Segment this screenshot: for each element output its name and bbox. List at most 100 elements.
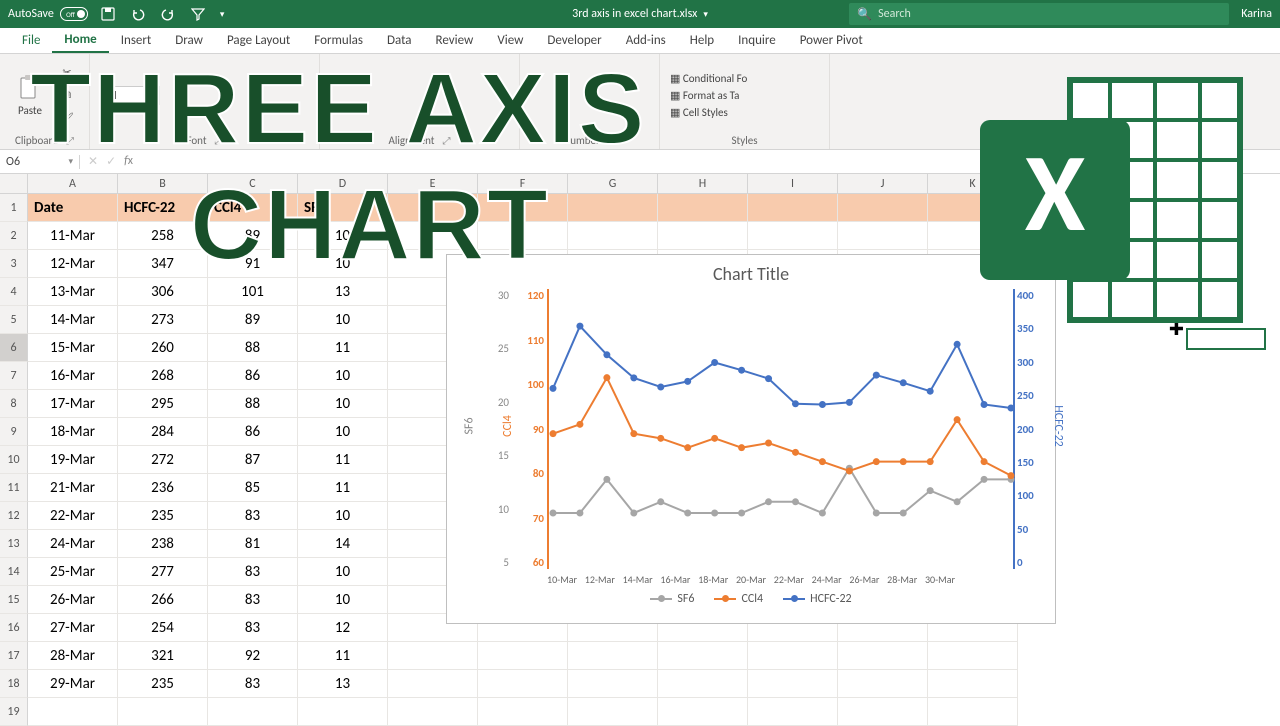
cell[interactable]: [568, 222, 658, 250]
cell[interactable]: 26-Mar: [28, 586, 118, 614]
undo-icon[interactable]: [130, 6, 146, 22]
row-header[interactable]: 5: [0, 306, 28, 334]
column-header[interactable]: B: [118, 174, 208, 194]
column-header[interactable]: H: [658, 174, 748, 194]
cell[interactable]: [568, 194, 658, 222]
chevron-down-icon[interactable]: ▾: [220, 9, 225, 20]
cell[interactable]: [388, 222, 478, 250]
row-header[interactable]: 6: [0, 334, 28, 362]
cell[interactable]: HCFC-22: [118, 194, 208, 222]
cell[interactable]: [298, 698, 388, 726]
row-header[interactable]: 15: [0, 586, 28, 614]
enter-icon[interactable]: ✓: [106, 154, 116, 169]
cell[interactable]: 88: [208, 334, 298, 362]
cell[interactable]: 86: [208, 362, 298, 390]
column-header[interactable]: F: [478, 174, 568, 194]
font-family-select[interactable]: [100, 86, 160, 105]
cell[interactable]: 254: [118, 614, 208, 642]
row-header[interactable]: 11: [0, 474, 28, 502]
cell[interactable]: [478, 222, 568, 250]
row-header[interactable]: 12: [0, 502, 28, 530]
cell[interactable]: 10: [298, 502, 388, 530]
row-header[interactable]: 2: [0, 222, 28, 250]
cell[interactable]: 83: [208, 586, 298, 614]
cut-icon[interactable]: ✂: [56, 62, 78, 82]
row-header[interactable]: 18: [0, 670, 28, 698]
cell[interactable]: [838, 698, 928, 726]
cell[interactable]: 273: [118, 306, 208, 334]
cell[interactable]: Date: [28, 194, 118, 222]
toggle-switch[interactable]: Off: [60, 7, 88, 21]
tab-page-layout[interactable]: Page Layout: [215, 29, 302, 52]
row-header[interactable]: 7: [0, 362, 28, 390]
cell[interactable]: 235: [118, 670, 208, 698]
cell[interactable]: 83: [208, 670, 298, 698]
cell[interactable]: [388, 642, 478, 670]
tab-power-pivot[interactable]: Power Pivot: [788, 29, 875, 52]
cell[interactable]: [478, 698, 568, 726]
tab-file[interactable]: File: [10, 29, 52, 52]
tab-insert[interactable]: Insert: [109, 29, 164, 52]
cell[interactable]: 258: [118, 222, 208, 250]
cell[interactable]: 284: [118, 418, 208, 446]
legend-hcfc[interactable]: HCFC-22: [783, 592, 852, 606]
cell[interactable]: [928, 670, 1018, 698]
cell[interactable]: [208, 698, 298, 726]
row-header[interactable]: 14: [0, 558, 28, 586]
row-header[interactable]: 9: [0, 418, 28, 446]
cell[interactable]: 10: [298, 558, 388, 586]
row-header[interactable]: 16: [0, 614, 28, 642]
cell[interactable]: 12-Mar: [28, 250, 118, 278]
cell[interactable]: [658, 670, 748, 698]
cell[interactable]: [928, 642, 1018, 670]
cell[interactable]: [748, 698, 838, 726]
cell[interactable]: 238: [118, 530, 208, 558]
conditional-formatting-button[interactable]: ▦ Conditional Fo: [670, 72, 747, 85]
row-header[interactable]: 17: [0, 642, 28, 670]
cell[interactable]: 16-Mar: [28, 362, 118, 390]
chart-title[interactable]: Chart Title: [447, 255, 1055, 289]
column-header[interactable]: I: [748, 174, 838, 194]
cell[interactable]: [388, 194, 478, 222]
cell[interactable]: 21-Mar: [28, 474, 118, 502]
tab-add-ins[interactable]: Add-ins: [614, 29, 678, 52]
cell[interactable]: [658, 642, 748, 670]
cell[interactable]: [838, 222, 928, 250]
tab-developer[interactable]: Developer: [535, 29, 613, 52]
cell[interactable]: [478, 642, 568, 670]
cell[interactable]: [748, 670, 838, 698]
chart-plot-area[interactable]: 30252015105 12011010090807060 4003503002…: [547, 289, 1015, 569]
row-header[interactable]: 10: [0, 446, 28, 474]
cell[interactable]: 13: [298, 278, 388, 306]
cell[interactable]: 15-Mar: [28, 334, 118, 362]
tab-draw[interactable]: Draw: [163, 29, 215, 52]
tab-inquire[interactable]: Inquire: [726, 29, 788, 52]
cell[interactable]: [928, 222, 1018, 250]
user-name[interactable]: Karina: [1241, 7, 1272, 21]
search-input[interactable]: 🔍 Search: [849, 3, 1229, 25]
save-icon[interactable]: [100, 6, 116, 22]
cell[interactable]: 83: [208, 614, 298, 642]
cell[interactable]: 81: [208, 530, 298, 558]
tab-data[interactable]: Data: [375, 29, 424, 52]
copy-icon[interactable]: ⧉: [56, 85, 78, 105]
format-as-table-button[interactable]: ▦ Format as Ta: [670, 89, 747, 102]
dialog-launcher-icon[interactable]: ⤢: [215, 134, 223, 147]
cell[interactable]: [568, 670, 658, 698]
cell[interactable]: 85: [208, 474, 298, 502]
cell[interactable]: 10: [298, 418, 388, 446]
cell[interactable]: 295: [118, 390, 208, 418]
legend-ccl4[interactable]: CCl4: [714, 592, 763, 606]
cell[interactable]: [568, 642, 658, 670]
cell[interactable]: 27-Mar: [28, 614, 118, 642]
row-header[interactable]: 8: [0, 390, 28, 418]
cell[interactable]: 266: [118, 586, 208, 614]
fx-icon[interactable]: fx: [124, 154, 133, 169]
name-box[interactable]: O6▾: [0, 155, 80, 169]
cell[interactable]: [928, 698, 1018, 726]
cell[interactable]: 87: [208, 446, 298, 474]
cell[interactable]: 91: [208, 250, 298, 278]
cell[interactable]: [748, 194, 838, 222]
column-header[interactable]: A: [28, 174, 118, 194]
cell[interactable]: 10: [298, 222, 388, 250]
